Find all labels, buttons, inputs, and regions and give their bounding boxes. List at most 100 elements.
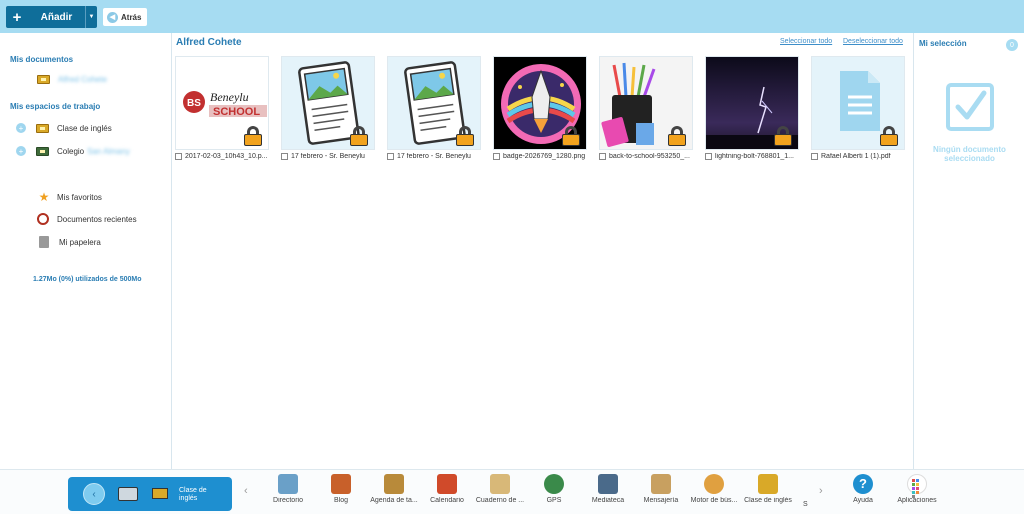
lock-icon — [666, 126, 688, 146]
dock-app-blog[interactable]: Blog — [312, 474, 370, 504]
folder-icon — [36, 123, 49, 133]
add-button[interactable]: + Añadir ▼ — [6, 6, 97, 28]
back-button[interactable]: ◀ Atrás — [103, 8, 147, 26]
selection-count-badge: 0 — [1006, 39, 1018, 51]
file-caption[interactable]: back-to-school-953250_... — [599, 153, 703, 160]
dock-app-ayuda[interactable]: ? Ayuda — [834, 474, 892, 504]
calendar-icon — [437, 474, 457, 494]
globe-icon — [544, 474, 564, 494]
dock-app-partial-label[interactable]: S — [803, 501, 808, 508]
sidebar-item-trash[interactable]: Mi papelera — [37, 236, 101, 248]
file-card[interactable] — [705, 56, 799, 150]
dock-prev-arrow[interactable]: ‹ — [244, 485, 248, 497]
file-caption[interactable]: 2017-02-03_10h43_10.p... — [175, 153, 279, 160]
chevron-down-icon[interactable]: ▼ — [85, 6, 97, 28]
apps-grid-icon — [907, 474, 927, 498]
help-icon: ? — [853, 474, 873, 494]
file-card[interactable] — [599, 56, 693, 150]
directory-icon — [278, 474, 298, 494]
file-name: lightning-bolt-768801_1... — [715, 153, 795, 160]
dock-app-motor-busqueda[interactable]: Motor de bús... — [685, 474, 743, 504]
school-name-blurred: San Almany — [87, 146, 130, 156]
back-circle-button[interactable]: ‹ — [83, 483, 105, 505]
file-checkbox[interactable] — [281, 153, 288, 160]
file-checkbox[interactable] — [599, 153, 606, 160]
workspace-label: Clase de inglés — [57, 123, 112, 133]
file-card[interactable] — [281, 56, 375, 150]
file-card[interactable] — [387, 56, 481, 150]
sidebar-item-recent[interactable]: Documentos recientes — [37, 213, 137, 225]
file-name: 17 febrero - Sr. Beneylu — [291, 153, 365, 160]
sidebar-item-favorites[interactable]: ★ Mis favoritos — [37, 190, 102, 204]
dock-app-aplicaciones[interactable]: Aplicaciones — [888, 474, 946, 504]
file-checkbox[interactable] — [493, 153, 500, 160]
select-all-link[interactable]: Seleccionar todo — [780, 38, 832, 45]
file-checkbox[interactable] — [387, 153, 394, 160]
file-card[interactable] — [493, 56, 587, 150]
lock-icon — [772, 126, 794, 146]
deselect-all-link[interactable]: Deseleccionar todo — [843, 38, 903, 45]
expand-plus-icon[interactable]: + — [16, 123, 26, 133]
file-caption[interactable]: badge-2026769_1280.png — [493, 153, 597, 160]
agenda-icon — [384, 474, 404, 494]
trash-icon — [39, 236, 49, 248]
file-checkbox[interactable] — [705, 153, 712, 160]
file-name: 17 febrero - Sr. Beneylu — [397, 153, 471, 160]
file-name: back-to-school-953250_... — [609, 153, 690, 160]
back-button-label: Atrás — [121, 12, 142, 22]
workspaces-heading: Mis espacios de trabajo — [10, 102, 101, 111]
current-workspace-panel: ‹ Clase de inglés — [68, 477, 232, 511]
sidebar: Mis documentos Alfred Cohete Mis espacio… — [0, 33, 172, 469]
lock-icon — [242, 126, 264, 146]
file-caption[interactable]: Rafael Alberti 1 (1).pdf — [811, 153, 915, 160]
blog-icon — [331, 474, 351, 494]
file-name: Rafael Alberti 1 (1).pdf — [821, 153, 891, 160]
dock-app-mediateca[interactable]: Mediateca — [579, 474, 637, 504]
clock-icon — [37, 213, 49, 225]
search-icon — [704, 474, 724, 494]
file-card[interactable] — [811, 56, 905, 150]
file-checkbox[interactable] — [175, 153, 182, 160]
storage-quota: 1.27Mo (0%) utilizados de 500Mo — [33, 276, 142, 283]
media-library-icon — [598, 474, 618, 494]
user-folder-label: Alfred Cohete — [58, 75, 107, 84]
lock-icon — [454, 126, 476, 146]
dock-app-gps[interactable]: GPS — [525, 474, 583, 504]
dock-app-calendario[interactable]: Calendario — [418, 474, 476, 504]
selection-title: Mi selección — [919, 39, 967, 48]
svg-text:Beneylu: Beneylu — [210, 90, 249, 104]
school-icon — [36, 146, 49, 156]
dock-next-arrow[interactable]: › — [819, 485, 823, 497]
file-caption[interactable]: 17 febrero - Sr. Beneylu — [387, 153, 491, 160]
folder-icon — [37, 75, 50, 84]
dock-app-directorio[interactable]: Directorio — [259, 474, 317, 504]
checkbox-checked-icon — [946, 83, 994, 131]
recent-label: Documentos recientes — [57, 214, 137, 224]
selection-panel: Mi selección 0 Ningún documento seleccio… — [913, 33, 1024, 469]
lock-icon — [348, 126, 370, 146]
dock-app-mensajeria[interactable]: Mensajería — [632, 474, 690, 504]
my-documents-heading: Mis documentos — [10, 55, 74, 64]
add-button-label: Añadir — [40, 11, 73, 23]
favorites-label: Mis favoritos — [57, 192, 102, 202]
sidebar-item-colegio[interactable]: + Colegio San Almany — [16, 146, 130, 156]
sidebar-item-user-folder[interactable]: Alfred Cohete — [37, 75, 107, 84]
trash-label: Mi papelera — [59, 237, 101, 247]
lock-icon — [878, 126, 900, 146]
file-caption[interactable]: 17 febrero - Sr. Beneylu — [281, 153, 385, 160]
dock-app-clase-ingles[interactable]: Clase de inglés — [739, 474, 797, 504]
expand-plus-icon[interactable]: + — [16, 146, 26, 156]
file-caption[interactable]: lightning-bolt-768801_1... — [705, 153, 809, 160]
page-title: Alfred Cohete — [176, 37, 242, 48]
file-checkbox[interactable] — [811, 153, 818, 160]
file-name: 2017-02-03_10h43_10.p... — [185, 153, 268, 160]
plus-icon: + — [12, 8, 22, 26]
toolbox-icon[interactable] — [118, 487, 138, 501]
sidebar-item-clase-ingles[interactable]: + Clase de inglés — [16, 123, 112, 133]
dock-app-agenda[interactable]: Agenda de ta... — [365, 474, 423, 504]
dock-app-cuaderno[interactable]: Cuaderno de ... — [471, 474, 529, 504]
current-workspace-label: Clase de inglés — [179, 487, 207, 502]
file-card[interactable]: BS Beneylu SCHOOL — [175, 56, 269, 150]
svg-text:BS: BS — [187, 98, 201, 109]
folder-icon[interactable] — [152, 488, 168, 499]
